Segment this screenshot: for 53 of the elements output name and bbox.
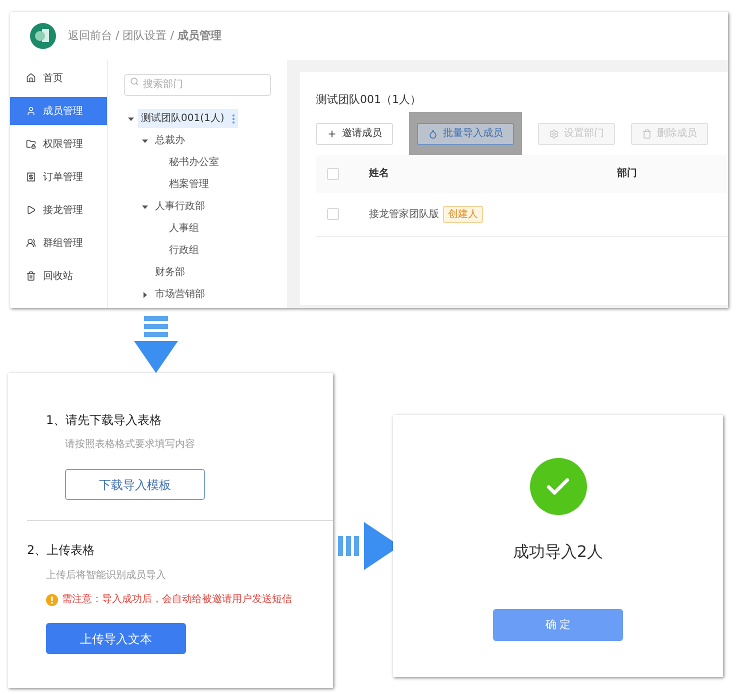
trash-icon — [26, 271, 36, 281]
breadcrumb: 返回前台 / 团队设置 / 成员管理 — [68, 28, 222, 44]
logo-icon — [30, 23, 56, 49]
play-icon — [26, 205, 36, 215]
tree-item[interactable]: 人事行政部 — [152, 197, 208, 216]
plus-icon — [327, 128, 337, 138]
trash-icon — [642, 128, 652, 138]
step-hint: 请按照表格格式要求填写内容 — [65, 438, 196, 452]
caret-icon[interactable] — [142, 204, 148, 210]
search-icon — [130, 77, 139, 86]
tree-item[interactable]: 市场营销部 — [152, 285, 208, 304]
home-icon — [26, 73, 36, 83]
users-icon — [26, 238, 36, 248]
step-hint: 上传后将智能识别成员导入 — [46, 568, 167, 583]
caret-icon[interactable] — [128, 116, 134, 122]
sidebar-item[interactable]: 接龙管理 — [10, 196, 107, 224]
settings-icon — [549, 128, 559, 138]
caret-icon[interactable] — [142, 292, 148, 298]
step-title: 1、请先下载导入表格 — [46, 412, 163, 429]
folder-icon — [26, 139, 36, 149]
tree-item[interactable]: 档案管理 — [166, 175, 212, 194]
download-template-button[interactable]: 下载导入模板 — [65, 469, 205, 500]
tree-item[interactable]: 测试团队001(1人) — [138, 109, 238, 128]
team-title: 测试团队001（1人） — [316, 92, 422, 108]
checkbox[interactable] — [327, 168, 339, 180]
success-message: 成功导入2人 — [512, 541, 604, 563]
sidebar-item[interactable]: 回收站 — [10, 262, 107, 290]
receipt-icon — [26, 172, 36, 182]
tree-item[interactable]: 行政组 — [166, 241, 202, 260]
drop-icon — [428, 128, 438, 138]
tree-item[interactable]: 人事组 — [166, 219, 202, 238]
tree-item[interactable]: 财务部 — [152, 263, 188, 282]
sidebar-item[interactable]: 权限管理 — [10, 130, 107, 158]
down-arrow-icon — [134, 316, 178, 373]
column-header: 姓名 — [369, 166, 390, 181]
sidebar-item[interactable]: 成员管理 — [10, 97, 107, 125]
search-field[interactable]: 搜索部门 — [124, 74, 271, 96]
column-header: 部门 — [617, 166, 637, 181]
sidebar-item[interactable]: 群组管理 — [10, 229, 107, 257]
sidebar-item[interactable]: 首页 — [10, 64, 107, 92]
warning-text: 需注意：导入成功后，会自动给被邀请用户发送短信 — [62, 592, 292, 607]
checkbox[interactable] — [327, 208, 339, 220]
tree-item[interactable]: 秘书办公室 — [166, 153, 222, 172]
sidebar-item[interactable]: 订单管理 — [10, 163, 107, 191]
tree-item[interactable]: 总裁办 — [152, 131, 188, 150]
toolbar-button[interactable]: 邀请成员 — [316, 122, 393, 144]
table-cell-text: 接龙管家团队版 — [369, 208, 439, 222]
upload-button[interactable]: 上传导入文本 — [46, 623, 186, 654]
step-title: 2、上传表格 — [27, 542, 96, 559]
user-icon — [26, 106, 36, 116]
creator-badge: 创建人 — [443, 206, 483, 222]
warning-icon — [46, 594, 58, 606]
caret-icon[interactable] — [142, 138, 148, 144]
